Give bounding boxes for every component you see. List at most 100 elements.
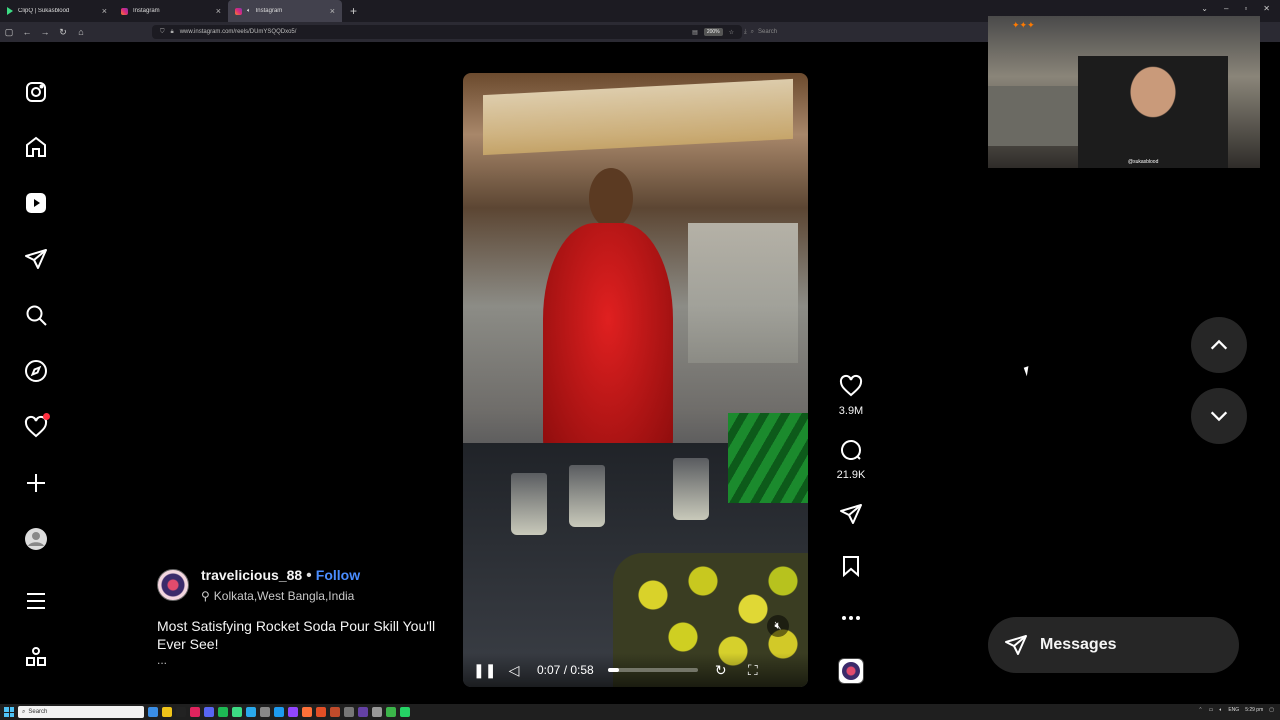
instagram-logo-icon[interactable] bbox=[22, 78, 50, 106]
app-icon[interactable] bbox=[316, 707, 326, 717]
author-row: travelicious_88 • Follow ⚲ Kolkata,West Ba… bbox=[157, 567, 447, 603]
telegram-icon[interactable] bbox=[246, 707, 256, 717]
clock[interactable]: 5:29 pm bbox=[1245, 707, 1263, 713]
like-action[interactable]: 3.9M bbox=[832, 374, 870, 417]
volume-icon[interactable]: ◁ bbox=[505, 662, 523, 679]
bookmark-star-icon[interactable]: ☆ bbox=[729, 29, 734, 36]
replay-icon[interactable]: ↻ bbox=[712, 662, 730, 679]
spotify-icon[interactable] bbox=[218, 707, 228, 717]
zoom-level[interactable]: 200% bbox=[703, 28, 723, 36]
previous-reel-button[interactable] bbox=[1191, 317, 1247, 373]
url-text[interactable]: www.instagram.com/reels/DUmYSQQDxo5/ bbox=[180, 29, 686, 35]
plus-icon[interactable] bbox=[22, 469, 50, 497]
windows-start-icon[interactable] bbox=[4, 707, 14, 717]
comment-icon[interactable] bbox=[839, 438, 863, 462]
share-action[interactable] bbox=[832, 502, 870, 531]
sidebar-toggle-icon[interactable]: ▢ bbox=[0, 27, 18, 38]
fullscreen-icon[interactable]: ⛶ bbox=[744, 662, 762, 679]
tab-instagram-1[interactable]: Instagram × bbox=[114, 0, 228, 22]
follow-button[interactable]: Follow bbox=[316, 567, 360, 583]
minimize-icon[interactable]: – bbox=[1224, 4, 1228, 13]
more-link[interactable]: ... bbox=[157, 653, 447, 667]
send-icon[interactable] bbox=[22, 245, 50, 273]
home-icon[interactable]: ⌂ bbox=[72, 27, 90, 37]
discord-icon[interactable] bbox=[204, 707, 214, 717]
taskbar-search[interactable]: ⌕ Search bbox=[18, 706, 144, 718]
network-icon[interactable]: ▭ bbox=[1209, 707, 1214, 713]
tab-instagram-2[interactable]: 🔈︎ Instagram × bbox=[228, 0, 342, 22]
maximize-icon[interactable]: ▫ bbox=[1244, 4, 1247, 13]
username-link[interactable]: travelicious_88 bbox=[201, 567, 302, 583]
app-icon[interactable] bbox=[232, 707, 242, 717]
save-action[interactable] bbox=[832, 554, 870, 583]
whatsapp-icon[interactable] bbox=[400, 707, 410, 717]
messages-button[interactable]: Messages bbox=[988, 617, 1239, 673]
comment-count[interactable]: 21.9K bbox=[832, 469, 870, 481]
app-icon[interactable] bbox=[344, 707, 354, 717]
bookmark-icon[interactable] bbox=[839, 554, 863, 578]
reel-video[interactable]: 🔇︎ ❚❚ ◁ 0:07 / 0:58 ↻ ⛶ bbox=[463, 73, 808, 687]
next-reel-button[interactable] bbox=[1191, 388, 1247, 444]
speaker-icon[interactable]: 🔈︎ bbox=[247, 8, 251, 15]
avatar-image bbox=[842, 662, 860, 680]
pause-icon[interactable]: ❚❚ bbox=[473, 662, 496, 679]
location-text[interactable]: Kolkata,West Bangla,India bbox=[214, 589, 355, 603]
menu-icon[interactable] bbox=[22, 587, 50, 615]
language-indicator[interactable]: ENG bbox=[1228, 707, 1239, 713]
apps-icon[interactable] bbox=[22, 643, 50, 671]
app-icon[interactable] bbox=[386, 707, 396, 717]
reader-icon[interactable]: ▤ bbox=[692, 29, 698, 36]
tab-list-icon[interactable]: ⌄ bbox=[1201, 4, 1208, 13]
video-controls: ❚❚ ◁ 0:07 / 0:58 ↻ ⛶ bbox=[463, 653, 808, 687]
heart-icon[interactable] bbox=[839, 374, 863, 398]
tray-expand-icon[interactable]: ⌃ bbox=[1198, 707, 1202, 713]
taskview-icon[interactable] bbox=[148, 707, 158, 717]
more-icon[interactable] bbox=[839, 606, 863, 630]
download-icon[interactable]: ⤓ bbox=[744, 29, 747, 36]
new-tab-button[interactable]: + bbox=[342, 4, 365, 18]
compass-icon[interactable] bbox=[22, 357, 50, 385]
browser-search[interactable]: ⤓ ⌕ Search bbox=[744, 25, 984, 39]
app-icon[interactable] bbox=[330, 707, 340, 717]
back-icon[interactable]: ← bbox=[18, 27, 36, 37]
home-icon[interactable] bbox=[22, 133, 50, 161]
muted-speaker-icon[interactable]: 🔇︎ bbox=[767, 615, 789, 637]
address-bar[interactable]: ⛉ 🔒︎ www.instagram.com/reels/DUmYSQQDxo5… bbox=[152, 25, 742, 39]
tab-title: Instagram bbox=[255, 8, 283, 14]
avatar[interactable] bbox=[157, 569, 189, 601]
heart-icon[interactable] bbox=[22, 413, 50, 441]
file-explorer-icon[interactable] bbox=[162, 707, 172, 717]
progress-bar[interactable] bbox=[607, 668, 698, 672]
close-window-icon[interactable]: ✕ bbox=[1263, 4, 1270, 13]
profile-icon[interactable] bbox=[22, 525, 50, 553]
location-link[interactable]: ⚲ Kolkata,West Bangla,India bbox=[201, 589, 360, 603]
shield-icon[interactable]: ⛉ bbox=[160, 29, 165, 36]
twitch-icon[interactable] bbox=[288, 707, 298, 717]
close-icon[interactable]: × bbox=[330, 6, 335, 16]
search-icon[interactable] bbox=[22, 301, 50, 329]
caption-text: Most Satisfying Rocket Soda Pour Skill Y… bbox=[157, 618, 436, 652]
more-options[interactable] bbox=[832, 606, 870, 635]
close-icon[interactable]: × bbox=[216, 6, 221, 16]
reload-icon[interactable]: ↻ bbox=[54, 27, 72, 38]
tab-clipq[interactable]: ClipQ | Sukasblood × bbox=[0, 0, 114, 22]
send-icon[interactable] bbox=[839, 502, 863, 526]
firefox-icon[interactable] bbox=[302, 707, 312, 717]
app-icon[interactable] bbox=[260, 707, 270, 717]
author-info: travelicious_88 • Follow ⚲ Kolkata,West Ba… bbox=[201, 567, 360, 603]
app-icon[interactable] bbox=[372, 707, 382, 717]
forward-icon[interactable]: → bbox=[36, 27, 54, 37]
app-icon[interactable] bbox=[190, 707, 200, 717]
reels-icon[interactable] bbox=[22, 189, 50, 217]
lock-icon[interactable]: 🔒︎ bbox=[171, 29, 174, 36]
notifications-icon[interactable]: ▢ bbox=[1269, 707, 1274, 713]
app-icon[interactable] bbox=[358, 707, 368, 717]
app-icon[interactable] bbox=[176, 707, 186, 717]
audio-avatar[interactable] bbox=[838, 658, 864, 684]
comment-action[interactable]: 21.9K bbox=[832, 438, 870, 481]
volume-icon[interactable]: 🔈︎ bbox=[1219, 707, 1222, 713]
close-icon[interactable]: × bbox=[102, 6, 107, 16]
like-count[interactable]: 3.9M bbox=[832, 405, 870, 417]
app-icon[interactable] bbox=[274, 707, 284, 717]
tab-title: Instagram bbox=[133, 8, 160, 14]
